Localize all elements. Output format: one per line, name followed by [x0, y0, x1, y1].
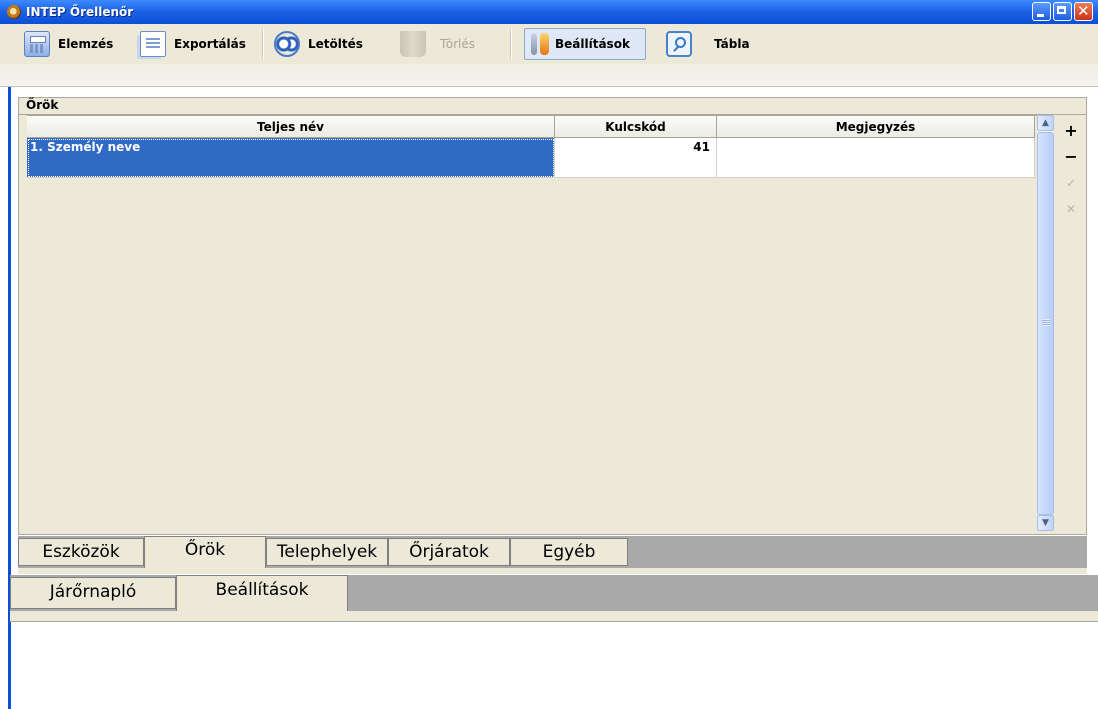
app-logo-icon — [7, 5, 21, 19]
remove-icon: − — [1064, 147, 1078, 166]
confirm-icon: ✓ — [1065, 176, 1077, 190]
close-icon: ✕ — [1077, 2, 1090, 20]
tabla-button[interactable]: Tábla — [662, 28, 754, 60]
grip-icon — [1042, 319, 1050, 326]
scroll-down-button[interactable]: ▼ — [1037, 515, 1054, 531]
elemzes-label: Elemzés — [58, 37, 114, 51]
table-row[interactable]: 1. Személy neve 41 — [27, 138, 1035, 178]
tab-orok[interactable]: Őrök — [144, 536, 266, 568]
torles-label: Törlés — [440, 37, 476, 51]
document-icon — [140, 31, 166, 57]
maximize-icon — [1057, 6, 1066, 14]
table-header: Teljes név Kulcskód Megjegyzés — [27, 115, 1050, 139]
column-header-full-name[interactable]: Teljes név — [27, 116, 555, 138]
tab-orjaratok[interactable]: Őrjáratok — [388, 538, 510, 566]
top-tab-strip: Eszközök Őrök Telephelyek Őrjáratok Egyé… — [18, 536, 1087, 568]
add-icon: + — [1064, 121, 1078, 140]
settings-content-area — [11, 622, 1098, 709]
elemzes-button[interactable]: Elemzés — [20, 28, 117, 60]
tab-beallitasok[interactable]: Beállítások — [176, 575, 348, 611]
column-header-key-code[interactable]: Kulcskód — [555, 116, 717, 138]
exportalas-label: Exportálás — [174, 37, 246, 51]
chevron-down-icon: ▼ — [1042, 518, 1049, 528]
bottom-tab-base — [10, 611, 1098, 622]
tab-telephelyek[interactable]: Telephelyek — [266, 538, 388, 566]
remove-record-button[interactable]: − — [1060, 146, 1082, 168]
main-content: Őrök Teljes név Kulcskód Megjegyzés 1. S… — [0, 87, 1098, 709]
toolbar-separator — [262, 30, 264, 58]
tab-egyeb[interactable]: Egyéb — [510, 538, 628, 566]
top-tab-base — [18, 568, 1087, 574]
column-header-note[interactable]: Megjegyzés — [717, 116, 1035, 138]
vertical-scrollbar[interactable]: ▲ ▼ — [1037, 115, 1054, 531]
scroll-up-button[interactable]: ▲ — [1037, 115, 1054, 131]
magnifier-icon — [666, 31, 692, 57]
window-title: INTEP Őrellenőr — [26, 5, 134, 19]
cancel-icon: ✕ — [1065, 202, 1077, 216]
close-button[interactable]: ✕ — [1074, 2, 1093, 21]
maximize-button[interactable] — [1053, 2, 1072, 21]
beallitasok-button[interactable]: Beállítások — [524, 28, 646, 60]
camera-icon — [274, 31, 300, 57]
title-bar[interactable]: INTEP Őrellenőr ✕ — [0, 0, 1098, 24]
scroll-thumb[interactable] — [1037, 132, 1054, 515]
panel-header: Őrök — [19, 98, 1086, 115]
minimize-button[interactable] — [1032, 2, 1051, 21]
guards-table: Teljes név Kulcskód Megjegyzés 1. Személ… — [27, 115, 1054, 531]
tabla-label: Tábla — [714, 37, 750, 51]
chevron-up-icon: ▲ — [1042, 118, 1049, 128]
cell-key-code[interactable]: 41 — [555, 138, 717, 178]
confirm-record-button[interactable]: ✓ — [1060, 172, 1082, 194]
panel-title: Őrök — [26, 98, 59, 112]
exportalas-button[interactable]: Exportálás — [136, 28, 250, 60]
guards-panel: Őrök Teljes név Kulcskód Megjegyzés 1. S… — [18, 97, 1087, 535]
app-window: INTEP Őrellenőr ✕ Elemzés Exportálás Let… — [0, 0, 1098, 709]
trash-icon — [400, 31, 426, 57]
cell-full-name[interactable]: 1. Személy neve — [27, 138, 555, 178]
minimize-icon — [1037, 14, 1044, 17]
bottom-tab-strip: Járőrnapló Beállítások — [10, 575, 1098, 611]
calculator-icon — [24, 31, 50, 57]
cancel-record-button[interactable]: ✕ — [1060, 198, 1082, 220]
tab-eszkozok[interactable]: Eszközök — [18, 538, 144, 566]
toolbar-separator — [510, 30, 512, 58]
beallitasok-label: Beállítások — [555, 37, 630, 51]
tools-icon — [527, 31, 553, 57]
tab-jarornaplo[interactable]: Járőrnapló — [10, 577, 176, 609]
torles-button[interactable]: Törlés — [396, 28, 479, 60]
add-record-button[interactable]: + — [1060, 120, 1082, 142]
cell-note[interactable] — [717, 138, 1035, 178]
letoltes-label: Letöltés — [308, 37, 363, 51]
letoltes-button[interactable]: Letöltés — [270, 28, 367, 60]
toolbar: Elemzés Exportálás Letöltés Törlés Beáll… — [0, 24, 1098, 87]
